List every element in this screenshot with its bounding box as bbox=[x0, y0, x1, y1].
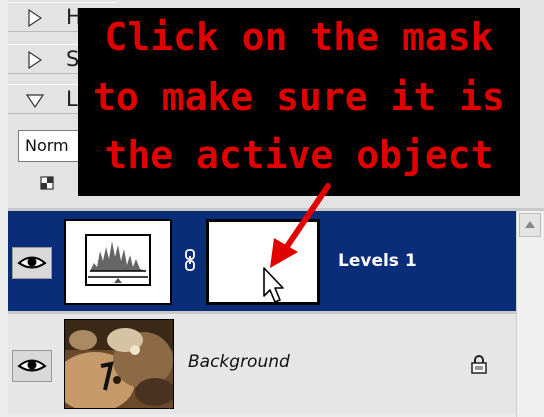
red-arrow-shaft bbox=[283, 183, 331, 251]
red-arrow-head bbox=[270, 238, 298, 268]
annotation-overlay bbox=[263, 183, 331, 303]
mouse-pointer-icon bbox=[263, 267, 284, 303]
